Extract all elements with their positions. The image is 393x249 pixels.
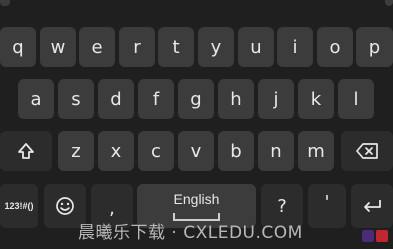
key-d[interactable]: d (98, 79, 134, 119)
key-w[interactable]: w (40, 27, 76, 67)
key-h[interactable]: h (218, 79, 254, 119)
key-s[interactable]: s (58, 79, 94, 119)
key-j[interactable]: j (258, 79, 294, 119)
shift-arrow-icon (18, 143, 34, 159)
key-q[interactable]: q (0, 27, 36, 67)
key-p[interactable]: p (356, 27, 393, 67)
space-language-label: English (173, 191, 220, 207)
key-m[interactable]: m (298, 131, 334, 171)
key-u[interactable]: u (238, 27, 274, 67)
red-app-icon (376, 230, 388, 242)
key-t[interactable]: t (158, 27, 194, 67)
key-b[interactable]: b (218, 131, 254, 171)
shift-key[interactable] (0, 131, 52, 171)
key-f[interactable]: f (138, 79, 174, 119)
key-i[interactable]: i (277, 27, 313, 67)
key-g[interactable]: g (178, 79, 214, 119)
key-r[interactable]: r (119, 27, 155, 67)
key-o[interactable]: o (317, 27, 353, 67)
key-n[interactable]: n (258, 131, 294, 171)
apostrophe-key[interactable]: ' (308, 184, 346, 228)
keyboard: q w e r t y u i o p a s d f g h j k l z … (0, 0, 393, 249)
key-v[interactable]: v (178, 131, 214, 171)
top-right-key-edge (385, 0, 393, 6)
backspace-icon (356, 143, 378, 159)
enter-key[interactable] (351, 184, 393, 228)
key-z[interactable]: z (58, 131, 94, 171)
key-c[interactable]: c (138, 131, 174, 171)
top-left-key-edge (0, 0, 10, 6)
corner-app-icons (362, 230, 388, 242)
emoji-icon (56, 197, 74, 215)
key-e[interactable]: e (79, 27, 115, 67)
key-a[interactable]: a (18, 79, 54, 119)
enter-icon (364, 200, 381, 212)
purple-app-icon (362, 230, 374, 242)
watermark-text: 晨曦乐下载 · CXLEDU.COM (78, 223, 303, 243)
key-y[interactable]: y (198, 27, 234, 67)
key-x[interactable]: x (98, 131, 134, 171)
key-l[interactable]: l (338, 79, 374, 119)
backspace-key[interactable] (341, 131, 393, 171)
symbols-key[interactable]: 123!#() (0, 184, 38, 228)
key-k[interactable]: k (298, 79, 334, 119)
